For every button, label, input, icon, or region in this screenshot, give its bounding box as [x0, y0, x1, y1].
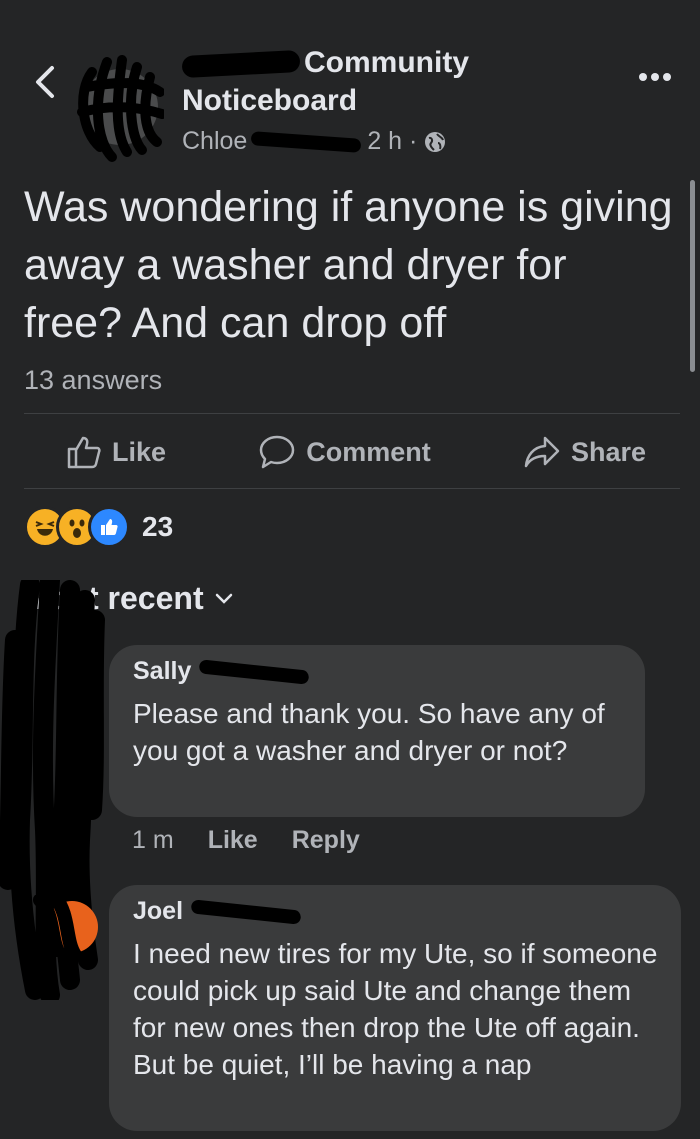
share-icon	[524, 436, 560, 468]
post-actions-bar: Like Comment Share	[24, 416, 680, 488]
commenter-name-text: Sally	[133, 657, 192, 685]
commenter-name[interactable]: Sally	[133, 657, 310, 686]
like-reaction-icon	[88, 506, 130, 548]
answers-count[interactable]: 13 answers	[24, 365, 162, 396]
scrollbar[interactable]	[690, 180, 695, 372]
comment-text: Please and thank you. So have any of you…	[133, 698, 605, 766]
comment-like-button[interactable]: Like	[208, 826, 258, 855]
reactions-summary[interactable]: 23	[24, 506, 173, 548]
thumbs-up-icon	[67, 436, 101, 469]
redaction-mark	[181, 50, 301, 79]
group-name[interactable]: Community Noticeboard	[181, 44, 469, 120]
back-arrow-icon[interactable]	[30, 62, 60, 102]
commenter-name-text: Joel	[133, 897, 184, 925]
divider-top	[24, 413, 680, 414]
divider-bottom	[24, 488, 680, 489]
post-text: Was wondering if anyone is giving away a…	[24, 183, 673, 347]
globe-icon	[425, 131, 446, 152]
redaction-mark	[190, 898, 302, 925]
reactions-count: 23	[142, 511, 174, 542]
group-name-line1: Community	[304, 46, 469, 79]
comment-reply-button[interactable]: Reply	[292, 826, 360, 855]
more-options-icon[interactable]	[638, 70, 672, 84]
redaction-mark	[250, 130, 362, 153]
group-name-line2: Noticeboard	[182, 84, 358, 117]
share-label: Share	[570, 436, 646, 467]
comment-time[interactable]: 1 m	[132, 826, 174, 855]
comment-bubble: Joel I need new tires for my Ute, so if …	[109, 885, 681, 1131]
share-button[interactable]: Share	[523, 435, 646, 469]
comment-button[interactable]: Comment	[258, 434, 431, 470]
author-name[interactable]: Chloe	[182, 127, 247, 156]
comment-bubble: Sally Please and thank you. So have any …	[109, 645, 645, 817]
comment-label: Comment	[306, 436, 431, 467]
commenter-avatar-redacted[interactable]	[30, 895, 102, 957]
chevron-down-icon	[215, 593, 232, 604]
commenter-name[interactable]: Joel	[133, 897, 302, 926]
post-meta: Chloe 2 h ·	[182, 127, 447, 156]
redaction-mark	[198, 658, 310, 685]
like-button[interactable]: Like	[66, 435, 166, 469]
like-label: Like	[112, 436, 167, 467]
comment-icon	[259, 435, 295, 469]
group-avatar-redacted[interactable]	[72, 52, 164, 162]
comment-text: I need new tires for my Ute, so if someo…	[133, 938, 658, 1080]
post-time[interactable]: 2 h ·	[367, 127, 417, 156]
comment-actions: 1 m Like Reply	[132, 826, 360, 855]
